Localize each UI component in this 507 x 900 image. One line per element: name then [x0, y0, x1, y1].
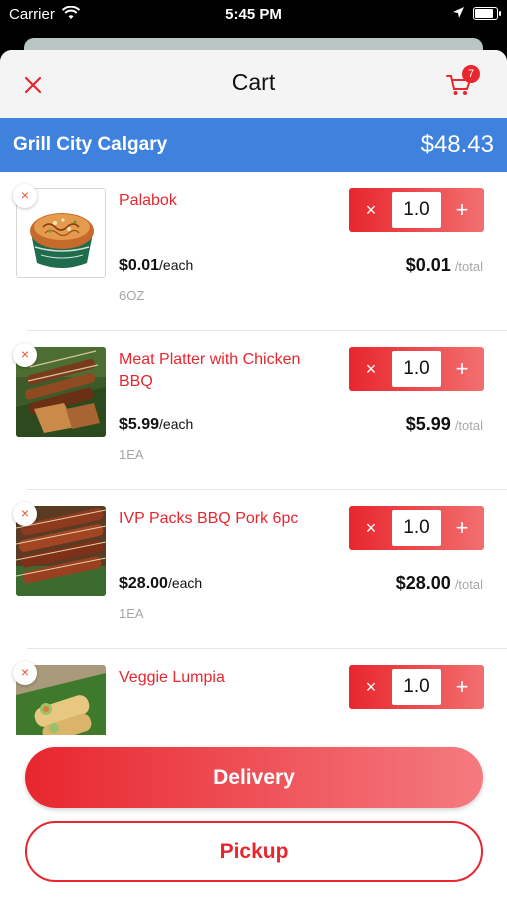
item-unit: 1EA: [119, 606, 144, 621]
quantity-input[interactable]: [392, 351, 441, 387]
remove-item-button[interactable]: ×: [13, 184, 37, 208]
item-unit: 1EA: [119, 447, 144, 462]
item-name: Meat Platter with Chicken BBQ: [119, 351, 301, 390]
status-time: 5:45 PM: [225, 6, 282, 23]
item-name: Veggie Lumpia: [119, 669, 225, 686]
cart-total: $48.43: [420, 131, 494, 158]
increment-button[interactable]: +: [442, 665, 482, 709]
line-total-suffix: /total: [454, 259, 483, 274]
battery-icon: [473, 7, 501, 20]
quantity-input[interactable]: [392, 510, 441, 546]
cart-sheet: Cart 7 Grill City Calgary $48.43 × Palab…: [0, 50, 507, 900]
quantity-stepper: × +: [349, 347, 484, 391]
line-total-value: $28.00: [395, 573, 451, 593]
unit-price-value: $5.99: [119, 416, 160, 433]
unit-price-suffix: /each: [167, 575, 203, 591]
unit-price: $5.99/each: [119, 416, 193, 434]
cart-item: × IVP Packs BBQ Pork 6pc × + $28.00/each…: [0, 490, 507, 649]
unit-price: $28.00/each: [119, 575, 202, 593]
line-total-value: $5.99: [405, 414, 451, 434]
cart-item-list[interactable]: × Palabok × + $0.01/each 6OZ $0.01/total: [0, 172, 507, 735]
page-title: Cart: [231, 69, 276, 95]
cart-item: × Palabok × + $0.01/each 6OZ $0.01/total: [0, 172, 507, 331]
unit-price-value: $0.01: [119, 257, 160, 274]
location-arrow-icon: [452, 6, 465, 23]
decrement-button[interactable]: ×: [351, 506, 391, 550]
cart-item: × Meat Platter with Chicken BBQ × + $5.9…: [0, 331, 507, 490]
pickup-button[interactable]: Pickup: [25, 821, 483, 882]
decrement-button[interactable]: ×: [351, 665, 391, 709]
line-total: $0.01/total: [406, 255, 483, 276]
delivery-button[interactable]: Delivery: [25, 747, 483, 808]
store-bar: Grill City Calgary $48.43: [0, 118, 507, 172]
unit-price-value: $28.00: [119, 575, 168, 592]
remove-item-button[interactable]: ×: [13, 343, 37, 367]
quantity-input[interactable]: [392, 192, 441, 228]
unit-price-suffix: /each: [159, 416, 194, 432]
remove-item-button[interactable]: ×: [13, 661, 37, 685]
line-total: $28.00/total: [396, 573, 483, 594]
cart-count-badge: 7: [462, 65, 480, 83]
cart-header: Cart 7: [0, 50, 507, 118]
item-unit: 6OZ: [119, 288, 145, 303]
line-total-suffix: /total: [454, 418, 483, 433]
increment-button[interactable]: +: [442, 506, 482, 550]
line-total: $5.99/total: [406, 414, 483, 435]
remove-item-button[interactable]: ×: [13, 502, 37, 526]
quantity-stepper: × +: [349, 665, 484, 709]
checkout-actions: Delivery Pickup: [0, 735, 507, 900]
quantity-stepper: × +: [349, 188, 484, 232]
store-name: Grill City Calgary: [13, 134, 168, 155]
decrement-button[interactable]: ×: [351, 188, 391, 232]
item-name: Palabok: [119, 192, 177, 209]
line-total-value: $0.01: [405, 255, 451, 275]
item-name: IVP Packs BBQ Pork 6pc: [119, 510, 299, 527]
status-bar: Carrier 5:45 PM: [0, 0, 507, 30]
quantity-stepper: × +: [349, 506, 484, 550]
cart-item: × Veggie Lumpia × +: [0, 649, 507, 735]
line-total-suffix: /total: [454, 577, 483, 592]
increment-button[interactable]: +: [442, 347, 482, 391]
increment-button[interactable]: +: [442, 188, 482, 232]
quantity-input[interactable]: [392, 669, 441, 705]
unit-price-suffix: /each: [159, 257, 194, 273]
unit-price: $0.01/each: [119, 257, 193, 275]
decrement-button[interactable]: ×: [351, 347, 391, 391]
